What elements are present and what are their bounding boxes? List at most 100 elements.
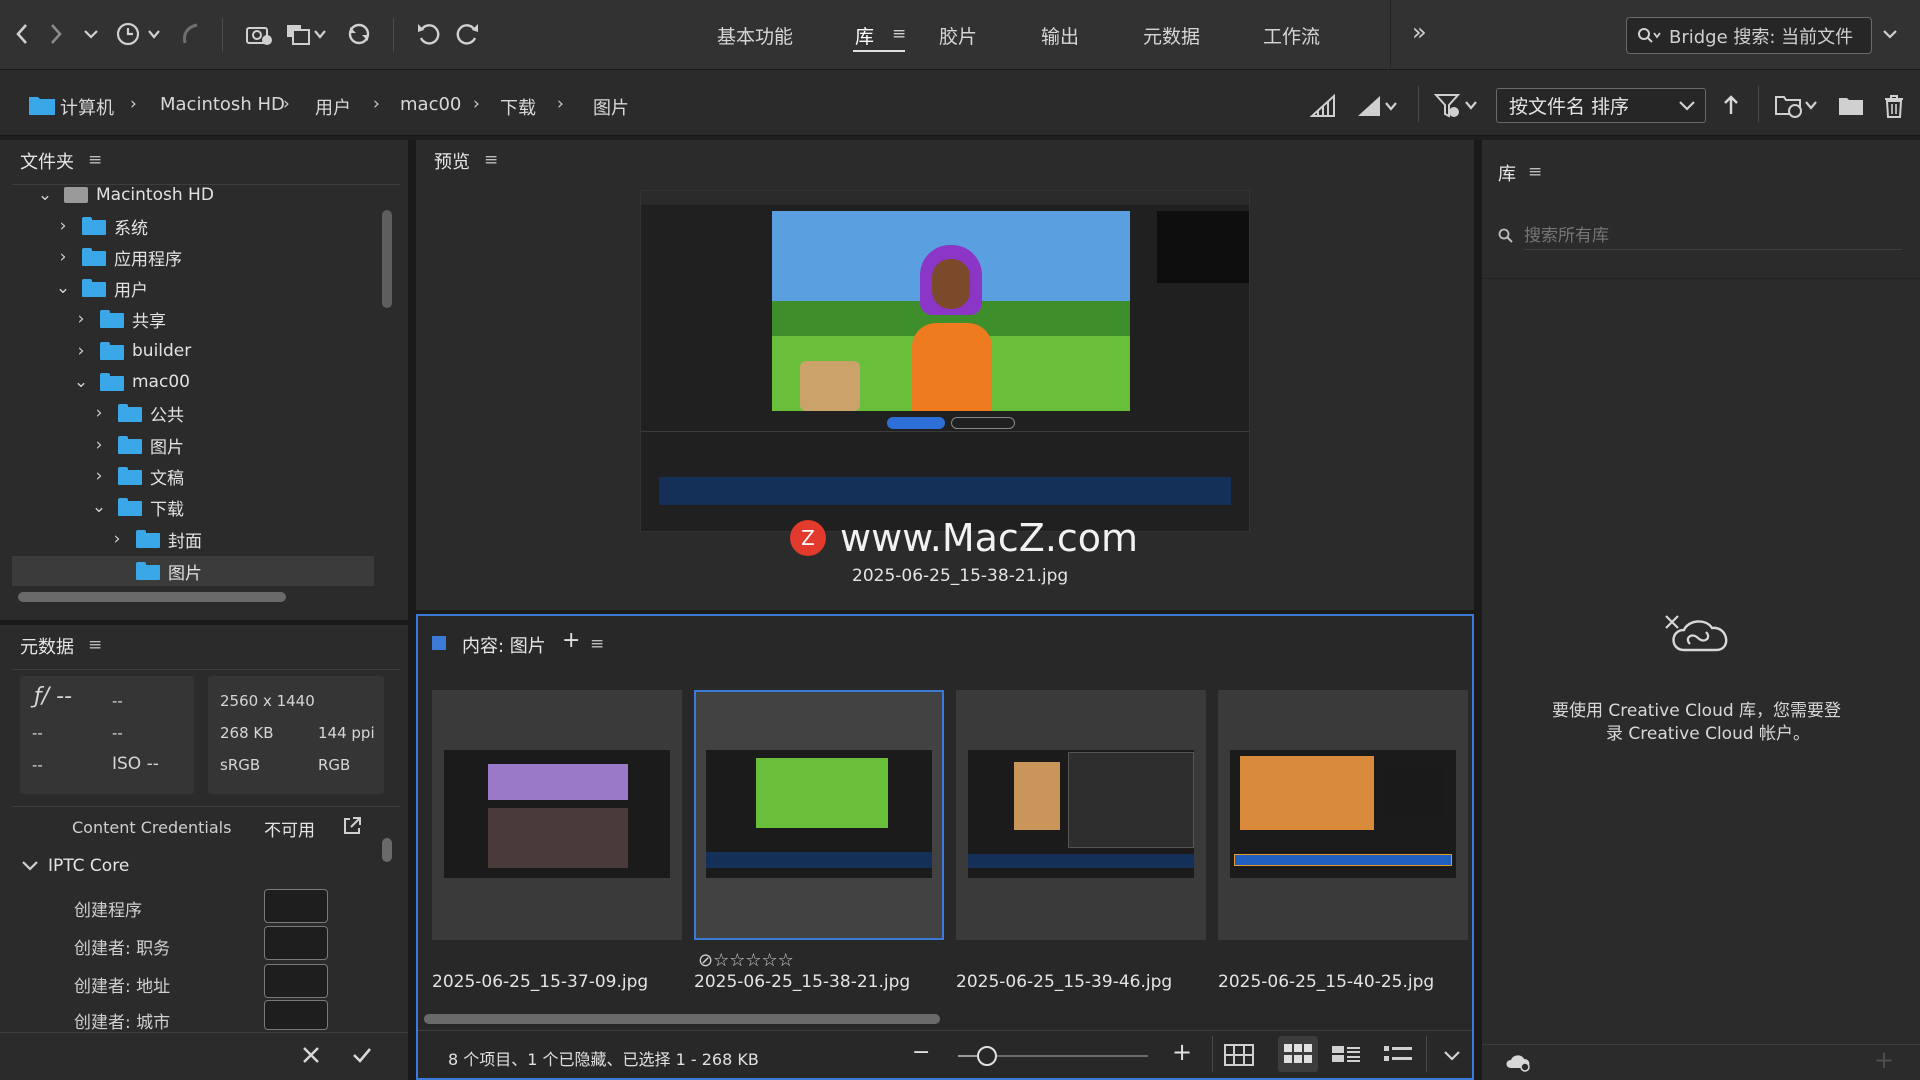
panel-menu-icon[interactable]: ≡ <box>88 150 102 170</box>
tree-item-macintosh-hd[interactable]: ⌄ Macintosh HD <box>36 180 214 210</box>
tree-item-users[interactable]: ⌄ 用户 <box>54 273 148 303</box>
workspace-tab-output[interactable]: 输出 <box>1041 22 1079 49</box>
preview-image[interactable] <box>640 190 1250 532</box>
details-view-icon[interactable] <box>1332 1044 1360 1064</box>
rotate-left-icon[interactable] <box>414 16 444 52</box>
forward-icon[interactable] <box>42 16 70 52</box>
workspace-tab-library[interactable]: 库 <box>855 22 874 49</box>
chevron-right-icon[interactable]: › <box>108 529 126 549</box>
star-icon[interactable]: ☆ <box>713 950 729 971</box>
search-field[interactable]: Bridge 搜索: 当前文件 <box>1626 17 1872 54</box>
workspace-tab-workflow[interactable]: 工作流 <box>1263 22 1320 49</box>
boomerang-icon[interactable] <box>176 16 204 52</box>
list-view-icon[interactable] <box>1384 1044 1412 1064</box>
breadcrumb-users[interactable]: 用户 <box>315 94 351 120</box>
thumbnail-filename[interactable]: 2025-06-25_15-38-21.jpg <box>694 972 910 992</box>
star-icon[interactable]: ☆ <box>762 950 778 971</box>
workspace-tab-essentials[interactable]: 基本功能 <box>717 22 793 49</box>
sort-ascending-icon[interactable] <box>1722 94 1740 116</box>
panel-divider[interactable] <box>408 140 416 1080</box>
zoom-out-icon[interactable]: − <box>912 1040 930 1065</box>
star-icon[interactable]: ☆ <box>745 950 761 971</box>
breadcrumb-downloads[interactable]: 下载 <box>500 94 536 120</box>
quality-icon[interactable] <box>1310 94 1336 118</box>
rating-filter-icon[interactable] <box>1356 94 1402 118</box>
breadcrumb-mac00[interactable]: mac00 <box>400 94 461 115</box>
thumbnail-card[interactable] <box>432 690 682 940</box>
zoom-in-icon[interactable]: + <box>1172 1038 1192 1066</box>
add-library-icon[interactable]: + <box>1874 1046 1894 1074</box>
panel-menu-icon[interactable]: ≡ <box>590 634 604 654</box>
chevron-down-icon[interactable]: ⌄ <box>54 278 72 298</box>
back-icon[interactable] <box>8 16 36 52</box>
lock-grid-icon[interactable] <box>1224 1044 1254 1066</box>
breadcrumb-computer[interactable]: 计算机 <box>60 94 114 120</box>
star-icon[interactable]: ☆ <box>778 950 794 971</box>
thumbnail-filename[interactable]: 2025-06-25_15-39-46.jpg <box>956 972 1172 992</box>
camera-import-icon[interactable] <box>244 16 274 52</box>
tree-item-downloads[interactable]: ⌄ 下载 <box>90 492 184 522</box>
tree-item-applications[interactable]: › 应用程序 <box>54 242 182 272</box>
more-workspaces-icon[interactable]: » <box>1412 18 1427 46</box>
recent-files-icon[interactable] <box>114 16 162 52</box>
new-folder-icon[interactable] <box>1838 96 1864 116</box>
chevron-down-icon[interactable] <box>22 860 38 872</box>
thumbnail-filename[interactable]: 2025-06-25_15-37-09.jpg <box>432 972 648 992</box>
breadcrumb-macintosh-hd[interactable]: Macintosh HD <box>160 94 285 115</box>
chevron-right-icon[interactable]: › <box>90 435 108 455</box>
tree-item-covers[interactable]: › 封面 <box>108 524 202 554</box>
tree-item-shared[interactable]: › 共享 <box>72 304 166 334</box>
chevron-down-icon[interactable] <box>80 16 102 52</box>
thumbnail-card[interactable] <box>956 690 1206 940</box>
star-rating[interactable]: ⊘ ☆ ☆ ☆ ☆ ☆ <box>698 950 794 971</box>
tree-vertical-scrollbar[interactable] <box>382 210 392 308</box>
chevron-right-icon[interactable]: › <box>54 247 72 267</box>
chevron-down-icon[interactable]: ⌄ <box>36 185 54 205</box>
add-tab-icon[interactable]: + <box>562 628 580 653</box>
workspace-menu-icon[interactable]: ≡ <box>892 24 906 44</box>
chevron-right-icon[interactable]: › <box>90 403 108 423</box>
external-link-icon[interactable] <box>342 816 362 836</box>
reject-icon[interactable]: ⊘ <box>698 950 713 971</box>
refine-icon[interactable] <box>284 16 330 52</box>
thumbnail-view-button[interactable] <box>1278 1036 1318 1072</box>
panel-divider[interactable] <box>416 610 1474 614</box>
library-search-input[interactable] <box>1524 222 1902 250</box>
panel-menu-icon[interactable]: ≡ <box>484 150 498 170</box>
panel-divider[interactable] <box>1474 140 1482 1080</box>
tree-item-pictures[interactable]: › 图片 <box>90 430 184 460</box>
zoom-slider-thumb[interactable] <box>976 1046 997 1066</box>
sync-icon[interactable] <box>344 16 374 52</box>
tree-item-documents[interactable]: › 文稿 <box>90 461 184 491</box>
workspace-tab-metadata[interactable]: 元数据 <box>1143 22 1200 49</box>
filter-icon[interactable] <box>1434 92 1480 120</box>
recent-folders-icon[interactable] <box>1774 92 1820 120</box>
sort-dropdown[interactable]: 按文件名 排序 <box>1496 88 1706 123</box>
tree-item-public[interactable]: › 公共 <box>90 398 184 428</box>
content-horizontal-scrollbar[interactable] <box>424 1014 940 1024</box>
tree-horizontal-scrollbar[interactable] <box>18 592 286 602</box>
panel-menu-icon[interactable]: ≡ <box>1528 162 1542 182</box>
rotate-right-icon[interactable] <box>452 16 482 52</box>
tree-item-mac00[interactable]: ⌄ mac00 <box>72 367 190 397</box>
tree-item-pictures-selected[interactable]: 图片 <box>108 556 202 586</box>
cloud-sync-icon[interactable] <box>1504 1052 1532 1072</box>
chevron-right-icon[interactable]: › <box>90 466 108 486</box>
thumbnail-card[interactable] <box>1218 690 1468 940</box>
breadcrumb-pictures[interactable]: 图片 <box>593 94 629 120</box>
creator-tool-field[interactable] <box>264 889 328 923</box>
chevron-right-icon[interactable]: › <box>72 341 90 361</box>
star-icon[interactable]: ☆ <box>729 950 745 971</box>
thumbnail-filename[interactable]: 2025-06-25_15-40-25.jpg <box>1218 972 1434 992</box>
view-options-chevron-icon[interactable] <box>1444 1050 1460 1062</box>
creator-city-field[interactable] <box>264 1000 328 1030</box>
panel-divider[interactable] <box>0 620 408 625</box>
tree-item-builder[interactable]: › builder <box>72 336 192 366</box>
metadata-scrollbar[interactable] <box>382 838 392 862</box>
apply-icon[interactable] <box>352 1046 372 1064</box>
chevron-right-icon[interactable]: › <box>54 216 72 236</box>
chevron-down-icon[interactable]: ⌄ <box>72 372 90 392</box>
chevron-down-icon[interactable]: ⌄ <box>90 497 108 517</box>
creator-job-title-field[interactable] <box>264 926 328 960</box>
panel-menu-icon[interactable]: ≡ <box>88 635 102 655</box>
